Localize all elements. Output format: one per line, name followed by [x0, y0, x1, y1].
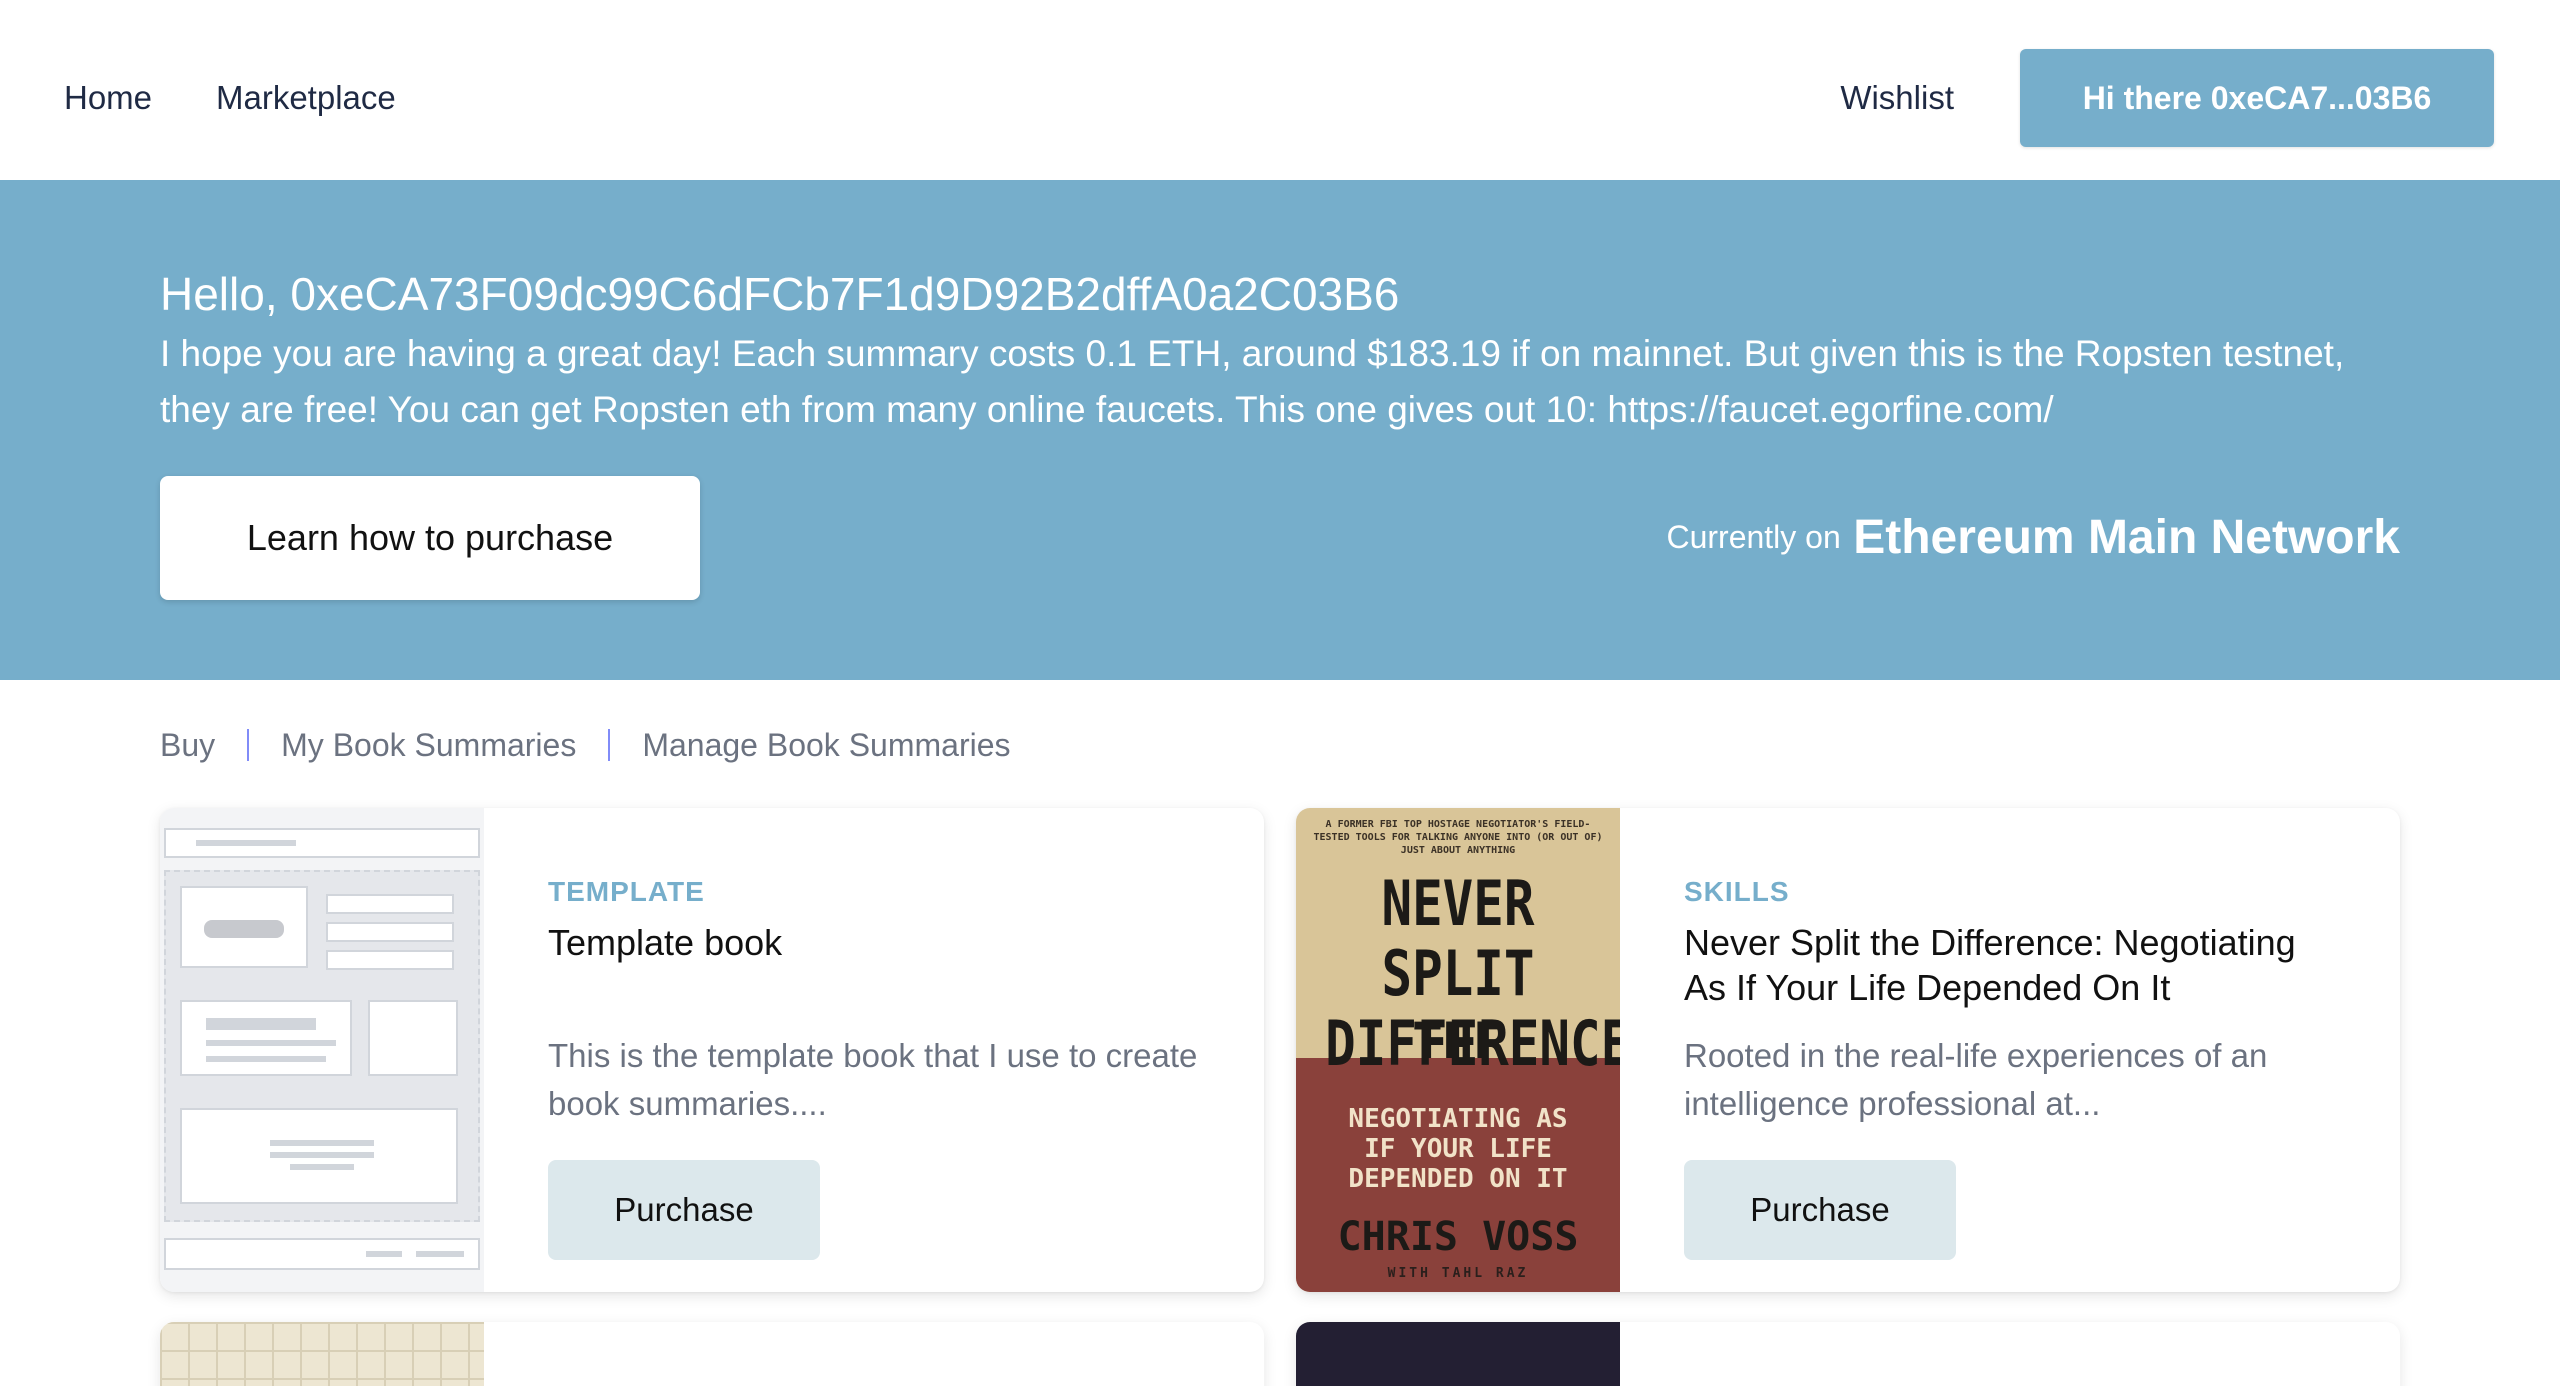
learn-how-to-purchase-button[interactable]: Learn how to purchase	[160, 476, 700, 600]
book-title[interactable]: Template book	[548, 920, 1208, 965]
hero-message: I hope you are having a great day! Each …	[160, 333, 2345, 430]
book-card-body: SKILLS Never Split the Difference: Negot…	[1620, 808, 2400, 1292]
cover-coauthor: WITH TAHL RAZ	[1387, 1266, 1529, 1281]
shoe-icon	[204, 920, 284, 938]
wireframe-box	[368, 1000, 458, 1076]
nav-home-link[interactable]: Home	[64, 78, 152, 118]
book-card: TEMPLATE Template book This is the templ…	[160, 808, 1264, 1292]
tab-manage-book-summaries[interactable]: Manage Book Summaries	[642, 727, 1010, 764]
wireframe-line	[270, 1152, 374, 1158]
wireframe-line	[206, 1056, 326, 1062]
tab-divider	[608, 729, 611, 761]
nav-wishlist-link[interactable]: Wishlist	[1840, 78, 1954, 118]
book-description: Rooted in the real-life experiences of a…	[1684, 1037, 2268, 1122]
book-card	[1296, 1322, 2400, 1386]
wireframe-line	[270, 1140, 374, 1146]
wireframe-line	[196, 840, 296, 846]
cover-subtitle-line: NEGOTIATING AS	[1348, 1104, 1568, 1134]
wireframe-line	[206, 1040, 336, 1046]
tab-my-book-summaries[interactable]: My Book Summaries	[281, 727, 576, 764]
wireframe-field	[326, 894, 454, 914]
cover-blurb: A FORMER FBI TOP HOSTAGE NEGOTIATOR'S FI…	[1313, 819, 1603, 856]
wireframe-line	[206, 1018, 316, 1030]
wireframe-field	[326, 950, 454, 970]
nav-marketplace-link[interactable]: Marketplace	[216, 78, 396, 118]
book-card-body: TEMPLATE Template book This is the templ…	[484, 808, 1264, 1292]
top-nav: Home Marketplace Wishlist Hi there 0xeCA…	[0, 0, 2560, 180]
wireframe-line	[366, 1251, 402, 1257]
book-card: A FORMER FBI TOP HOSTAGE NEGOTIATOR'S FI…	[1296, 808, 2400, 1292]
book-cover-image	[160, 1322, 484, 1386]
book-card	[160, 1322, 1264, 1386]
cover-subtitle-line: DEPENDED ON IT	[1348, 1164, 1568, 1194]
hero-banner: Hello, 0xeCA73F09dc99C6dFCb7F1d9D92B2dff…	[0, 180, 2560, 680]
cover-author: CHRIS VOSS	[1337, 1214, 1579, 1260]
cover-title-line: NEVER	[1381, 867, 1535, 940]
purchase-button[interactable]: Purchase	[1684, 1160, 1956, 1260]
book-description: This is the template book that I use to …	[548, 1037, 1198, 1122]
wireframe-line	[290, 1164, 354, 1170]
hero-greeting: Hello, 0xeCA73F09dc99C6dFCb7F1d9D92B2dff…	[160, 268, 1400, 320]
tab-buy[interactable]: Buy	[160, 727, 215, 764]
network-name: Ethereum Main Network	[1853, 511, 2400, 564]
cover-title-line: DIFFERENCE	[1325, 1007, 1620, 1080]
wireframe-line	[416, 1251, 464, 1257]
book-cover-image: A FORMER FBI TOP HOSTAGE NEGOTIATOR'S FI…	[1296, 808, 1620, 1292]
wireframe-box	[180, 1000, 352, 1076]
network-indicator: Currently on Ethereum Main Network	[1666, 510, 2400, 565]
book-title[interactable]: Never Split the Difference: Negotiating …	[1684, 920, 2344, 1010]
book-cover-image	[1296, 1322, 1620, 1386]
network-prefix: Currently on	[1666, 519, 1841, 555]
template-book-image	[160, 808, 484, 1292]
wireframe-field	[326, 922, 454, 942]
account-button[interactable]: Hi there 0xeCA7...03B6	[2020, 49, 2494, 147]
book-category: TEMPLATE	[548, 876, 705, 907]
book-category: SKILLS	[1684, 876, 1790, 907]
tab-divider	[247, 729, 250, 761]
purchase-button[interactable]: Purchase	[548, 1160, 820, 1260]
summary-tabs: Buy My Book Summaries Manage Book Summar…	[160, 720, 1011, 770]
cover-subtitle-line: IF YOUR LIFE	[1364, 1134, 1552, 1164]
